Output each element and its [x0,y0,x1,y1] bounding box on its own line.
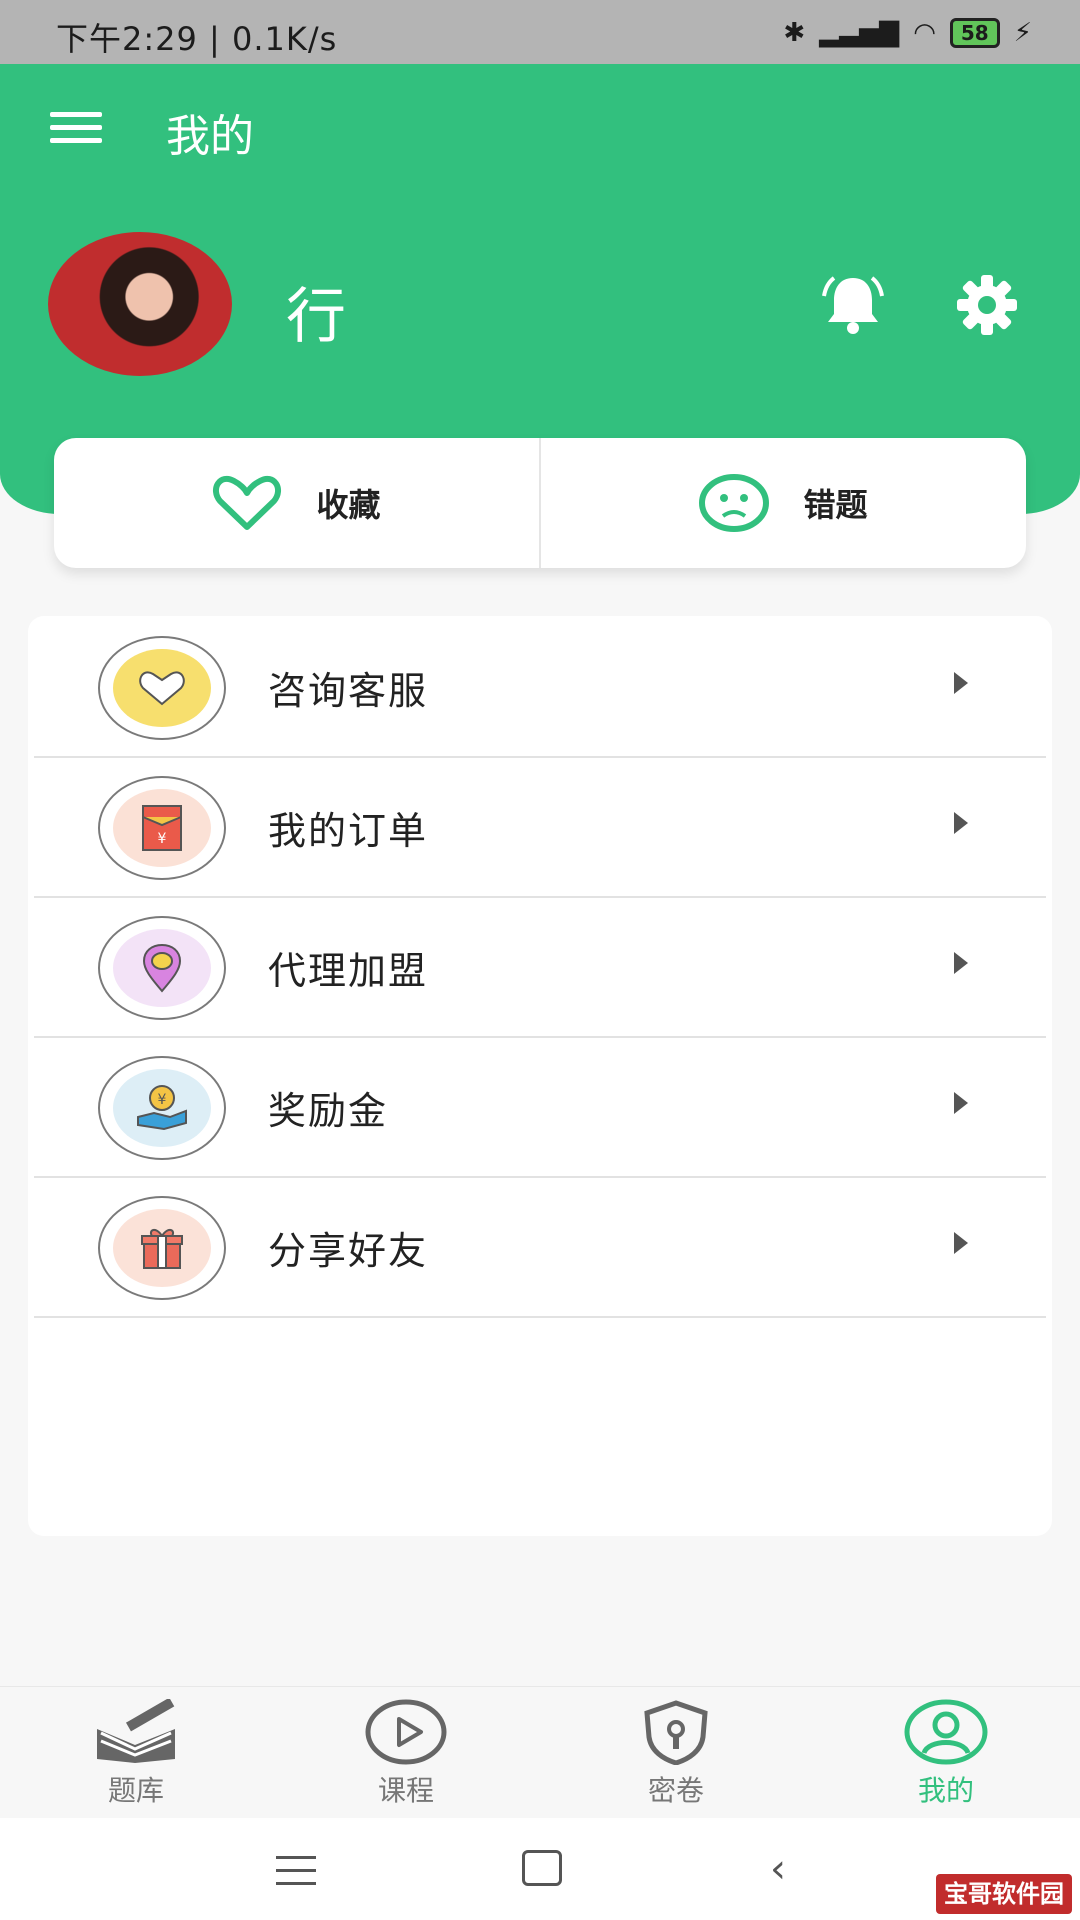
tab-label: 密卷 [647,1774,704,1807]
tab-label: 课程 [377,1774,434,1807]
bell-icon[interactable] [818,270,888,340]
play-circle-icon [365,1699,447,1765]
location-pin-icon-glyph [142,943,182,993]
status-time-speed: 下午2:29 | 0.1K/s [56,20,338,58]
system-menu-button[interactable] [276,1856,316,1895]
avatar[interactable] [48,232,232,376]
system-home-button[interactable] [522,1850,562,1886]
gift-icon-glyph [141,1229,183,1269]
wrong-questions-button[interactable]: 错题 [541,438,1026,568]
system-back-button[interactable]: ‹ [770,1846,786,1892]
system-navigation-bar: ‹ [0,1818,1080,1920]
gift-icon [98,1196,226,1300]
quick-actions-card: 收藏 错题 [54,438,1026,568]
svg-text:¥: ¥ [158,1092,167,1108]
list-item-customer-service[interactable]: 咨询客服 [34,616,1046,758]
wifi-icon: ◠ [913,18,936,48]
list-item-label: 我的订单 [268,809,429,853]
hd-signal-icon: ▂▃▅▇ [819,18,900,48]
menu-icon[interactable] [50,112,102,144]
support-heart-icon [98,636,226,740]
red-envelope-icon-glyph: ¥ [142,805,182,851]
tab-label: 题库 [107,1774,164,1807]
chevron-right-icon [954,952,968,974]
list-item-label: 奖励金 [268,1089,389,1133]
username: 行 [286,282,346,352]
list-item-agency-join[interactable]: 代理加盟 [34,896,1046,1038]
tab-courses[interactable]: 课程 [326,1699,486,1809]
coin-hand-icon-glyph: ¥ [137,1085,187,1131]
favorites-button[interactable]: 收藏 [54,438,539,568]
watermark-logo: 宝哥软件园 [936,1874,1072,1914]
favorites-label: 收藏 [316,486,381,524]
coin-hand-icon: ¥ [98,1056,226,1160]
page-title: 我的 [166,111,254,162]
location-pin-icon [98,916,226,1020]
bottom-navigation: 题库 课程 密卷 我的 [0,1686,1080,1819]
status-icons: ✱ ▂▃▅▇ ◠ 58 ⚡ [783,18,1032,48]
menu-list: 咨询客服 ¥ 我的订单 代理加盟 ¥ 奖励金 分享好友 [28,616,1052,1536]
red-envelope-icon: ¥ [98,776,226,880]
tab-secret-papers[interactable]: 密卷 [596,1699,756,1809]
book-pencil-icon [97,1699,175,1763]
chevron-right-icon [954,1232,968,1254]
list-item-my-orders[interactable]: ¥ 我的订单 [34,756,1046,898]
list-item-rewards[interactable]: ¥ 奖励金 [34,1036,1046,1178]
list-item-label: 咨询客服 [268,669,429,713]
support-heart-icon-glyph [139,671,185,706]
chevron-right-icon [954,812,968,834]
status-bar: 下午2:29 | 0.1K/s ✱ ▂▃▅▇ ◠ 58 ⚡ [0,0,1080,64]
tab-label: 我的 [917,1774,974,1807]
list-item-label: 分享好友 [268,1229,429,1273]
user-circle-icon [904,1699,988,1765]
charging-icon: ⚡ [1013,18,1032,48]
tab-question-bank[interactable]: 题库 [56,1699,216,1809]
svg-text:¥: ¥ [158,831,167,847]
chevron-right-icon [954,1092,968,1114]
wrong-questions-label: 错题 [803,486,868,524]
bluetooth-icon: ✱ [783,18,806,48]
list-item-label: 代理加盟 [268,949,429,993]
gear-icon[interactable] [954,272,1020,338]
heart-icon [213,476,282,530]
tab-me[interactable]: 我的 [866,1699,1026,1809]
battery-icon: 58 [949,18,1000,48]
chevron-right-icon [954,672,968,694]
shield-lock-icon [644,1700,708,1765]
list-item-share-friends[interactable]: 分享好友 [34,1176,1046,1318]
sad-face-icon [699,474,770,532]
